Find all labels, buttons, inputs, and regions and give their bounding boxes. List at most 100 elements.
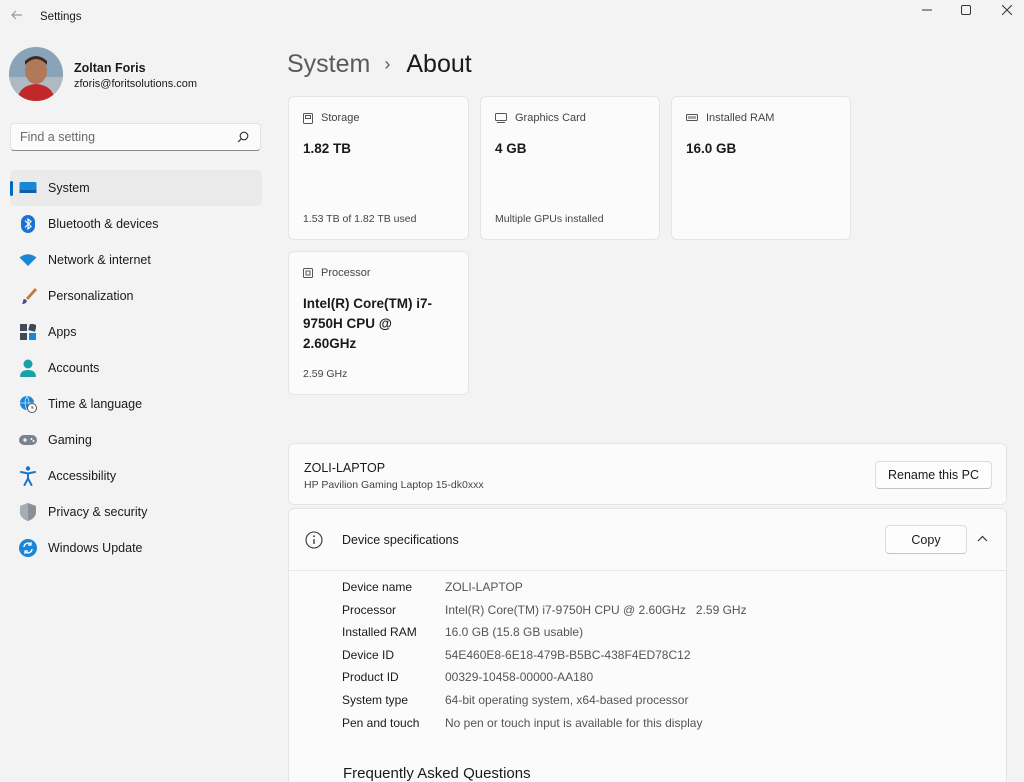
spec-value: 00329-10458-00000-AA180 bbox=[445, 670, 594, 685]
sidebar-item-apps[interactable]: Apps bbox=[10, 314, 262, 350]
globe-clock-icon bbox=[18, 394, 38, 414]
shield-icon bbox=[18, 502, 38, 522]
sidebar-item-time-language[interactable]: Time & language bbox=[10, 386, 262, 422]
spec-value: No pen or touch input is available for t… bbox=[445, 715, 703, 730]
back-arrow-icon[interactable] bbox=[8, 8, 26, 26]
pc-model: HP Pavilion Gaming Laptop 15-dk0xxx bbox=[304, 479, 484, 491]
sidebar-item-label: Apps bbox=[48, 325, 77, 339]
profile-name: Zoltan Foris bbox=[74, 61, 146, 75]
storage-icon bbox=[303, 112, 313, 124]
profile-email: zforis@foritsolutions.com bbox=[74, 78, 198, 90]
device-specifications-panel: Device specifications Copy Device name ZO… bbox=[288, 508, 1007, 782]
search-icon[interactable] bbox=[237, 131, 249, 143]
copy-button[interactable]: Copy bbox=[885, 525, 967, 554]
pc-name: ZOLI-LAPTOP bbox=[304, 461, 386, 475]
device-specifications-header[interactable]: Device specifications Copy bbox=[289, 509, 1006, 571]
brush-icon bbox=[18, 286, 38, 306]
info-icon bbox=[305, 531, 323, 549]
card-value: Intel(R) Core(TM) i7-9750H CPU @ 2.60GHz bbox=[303, 296, 432, 351]
gamepad-icon bbox=[18, 430, 38, 450]
breadcrumb-separator: › bbox=[384, 53, 391, 74]
card-footer: Multiple GPUs installed bbox=[495, 213, 604, 225]
sidebar-item-label: System bbox=[48, 181, 90, 195]
card-label: Processor bbox=[321, 267, 371, 279]
spec-key: Device ID bbox=[342, 647, 395, 662]
maximize-icon bbox=[961, 5, 971, 15]
person-icon bbox=[18, 358, 38, 378]
spec-key: Pen and touch bbox=[342, 715, 420, 730]
rename-pc-button[interactable]: Rename this PC bbox=[875, 461, 992, 489]
sidebar-item-label: Privacy & security bbox=[48, 505, 148, 519]
avatar[interactable] bbox=[9, 47, 63, 101]
sidebar-item-label: Bluetooth & devices bbox=[48, 217, 159, 231]
title-bar: Settings bbox=[0, 0, 1024, 36]
breadcrumb-parent[interactable]: System bbox=[287, 50, 370, 79]
sidebar-nav: System Bluetooth & devices Network & int… bbox=[10, 170, 262, 566]
card-header: Installed RAM bbox=[686, 112, 774, 124]
minimize-icon bbox=[922, 9, 932, 11]
spec-value: ZOLI-LAPTOP bbox=[445, 580, 523, 594]
spec-key: System type bbox=[342, 692, 409, 707]
sidebar-item-windows-update[interactable]: Windows Update bbox=[10, 530, 262, 566]
spec-key: Product ID bbox=[342, 670, 399, 685]
card-value: 4 GB bbox=[495, 141, 527, 156]
card-label: Graphics Card bbox=[515, 112, 586, 124]
chevron-up-icon[interactable] bbox=[977, 535, 988, 542]
sidebar-item-personalization[interactable]: Personalization bbox=[10, 278, 262, 314]
card-label: Installed RAM bbox=[706, 112, 775, 124]
card-value: 1.82 TB bbox=[303, 141, 352, 156]
spec-key: Installed RAM bbox=[342, 625, 417, 640]
page-title: About bbox=[406, 49, 472, 78]
sidebar-item-bluetooth[interactable]: Bluetooth & devices bbox=[10, 206, 262, 242]
ram-card[interactable]: Installed RAM 16.0 GB bbox=[671, 96, 851, 240]
spec-key: Processor bbox=[342, 602, 397, 617]
sidebar-item-system[interactable]: System bbox=[10, 170, 262, 206]
wifi-icon bbox=[18, 250, 38, 270]
spec-key: Device name bbox=[342, 580, 413, 594]
pc-name-card: ZOLI-LAPTOP HP Pavilion Gaming Laptop 15… bbox=[288, 443, 1007, 505]
sidebar-item-privacy[interactable]: Privacy & security bbox=[10, 494, 262, 530]
breadcrumb: System › About bbox=[287, 48, 472, 80]
sidebar-item-gaming[interactable]: Gaming bbox=[10, 422, 262, 458]
accessibility-icon bbox=[18, 466, 38, 486]
sidebar-item-label: Accessibility bbox=[48, 469, 117, 483]
spec-value: 16.0 GB (15.8 GB usable) bbox=[445, 625, 584, 640]
graphics-card-icon bbox=[495, 113, 507, 123]
sidebar-item-label: Accounts bbox=[48, 361, 100, 375]
card-value: 16.0 GB bbox=[686, 141, 737, 156]
storage-card[interactable]: Storage 1.82 TB 1.53 TB of 1.82 TB used bbox=[288, 96, 469, 240]
close-icon bbox=[1002, 5, 1012, 15]
sidebar-item-label: Windows Update bbox=[48, 541, 143, 555]
card-footer: 1.53 TB of 1.82 TB used bbox=[303, 213, 417, 225]
card-footer: 2.59 GHz bbox=[303, 368, 348, 380]
search-box[interactable] bbox=[10, 123, 261, 151]
card-header: Storage bbox=[303, 112, 360, 124]
card-header: Graphics Card bbox=[495, 112, 586, 124]
update-icon bbox=[18, 538, 38, 558]
device-specifications-title: Device specifications bbox=[342, 533, 459, 547]
close-button[interactable] bbox=[984, 0, 1024, 20]
spec-value: Intel(R) Core(TM) i7-9750H CPU @ 2.60GHz… bbox=[445, 602, 747, 617]
sidebar-item-label: Personalization bbox=[48, 289, 134, 303]
card-label: Storage bbox=[321, 112, 360, 124]
sidebar-item-accounts[interactable]: Accounts bbox=[10, 350, 262, 386]
maximize-button[interactable] bbox=[943, 0, 989, 20]
graphics-card[interactable]: Graphics Card 4 GB Multiple GPUs install… bbox=[480, 96, 660, 240]
apps-icon bbox=[18, 322, 38, 342]
card-header: Processor bbox=[303, 267, 371, 279]
sidebar-item-label: Network & internet bbox=[48, 253, 151, 267]
search-input[interactable] bbox=[11, 124, 226, 150]
processor-card[interactable]: Processor Intel(R) Core(TM) i7-9750H CPU… bbox=[288, 251, 469, 395]
bluetooth-icon bbox=[18, 214, 38, 234]
processor-icon bbox=[303, 268, 313, 278]
spec-value: 54E460E8-6E18-479B-B5BC-438F4ED78C12 bbox=[445, 647, 691, 662]
sidebar-item-network[interactable]: Network & internet bbox=[10, 242, 262, 278]
sidebar-item-label: Time & language bbox=[48, 397, 143, 411]
faq-heading: Frequently Asked Questions bbox=[343, 765, 531, 782]
system-icon bbox=[18, 178, 38, 198]
app-title: Settings bbox=[40, 11, 82, 23]
spec-value: 64-bit operating system, x64-based proce… bbox=[445, 692, 689, 707]
sidebar-item-label: Gaming bbox=[48, 433, 92, 447]
sidebar-item-accessibility[interactable]: Accessibility bbox=[10, 458, 262, 494]
ram-icon bbox=[686, 114, 698, 121]
